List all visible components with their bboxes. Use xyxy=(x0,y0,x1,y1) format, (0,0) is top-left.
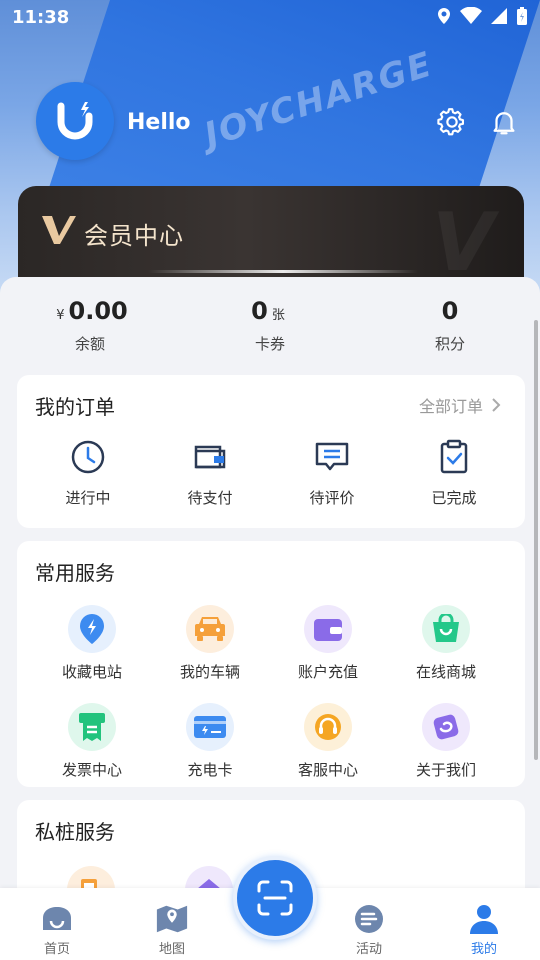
order-completed[interactable]: 已完成 xyxy=(393,439,515,508)
services-title: 常用服务 xyxy=(35,561,115,585)
currency-symbol: ¥ xyxy=(56,308,65,323)
scan-icon xyxy=(257,880,293,916)
status-time: 11:38 xyxy=(12,7,70,28)
account-stats: ¥0.00 余额 0张 卡券 0 积分 xyxy=(0,277,540,369)
headset-icon xyxy=(315,714,341,740)
settings-button[interactable] xyxy=(434,104,470,140)
balance-stat[interactable]: ¥0.00 余额 xyxy=(0,277,180,369)
coupons-label: 卡券 xyxy=(254,335,285,353)
notifications-button[interactable] xyxy=(486,104,522,140)
customer-service-button[interactable]: 客服中心 xyxy=(269,703,387,780)
account-recharge-button[interactable]: 账户充值 xyxy=(269,605,387,682)
invoice-center-button[interactable]: 发票中心 xyxy=(33,703,151,780)
comment-icon xyxy=(315,442,349,471)
avatar[interactable] xyxy=(36,82,114,160)
tab-mine[interactable]: 我的 xyxy=(454,902,514,957)
service-label: 收藏电站 xyxy=(61,663,122,681)
service-label: 发票中心 xyxy=(61,761,122,779)
location-bolt-icon xyxy=(80,614,104,644)
service-label: 客服中心 xyxy=(297,761,358,779)
order-status-label: 已完成 xyxy=(431,489,477,507)
battery-icon xyxy=(517,7,527,25)
orders-title: 我的订单 xyxy=(35,395,115,419)
balance-value: 0.00 xyxy=(68,297,128,325)
common-services-card: 常用服务 收藏电站 我的车辆 账户充值 在线商城 发票中心 充电卡 客服中心 关… xyxy=(17,541,525,787)
my-vehicles-button[interactable]: 我的车辆 xyxy=(151,605,269,682)
member-center-banner[interactable]: 会员中心 V xyxy=(18,186,524,286)
tab-label: 活动 xyxy=(355,942,382,957)
car-icon xyxy=(195,617,225,641)
all-orders-label: 全部订单 xyxy=(418,397,483,416)
wallet-icon xyxy=(314,619,342,641)
map-icon xyxy=(156,905,188,933)
services-grid-row-1: 收藏电站 我的车辆 账户充值 在线商城 xyxy=(33,605,540,682)
points-label: 积分 xyxy=(434,335,465,353)
shopping-bag-icon xyxy=(433,614,459,642)
bell-icon xyxy=(493,112,515,135)
scrollbar[interactable] xyxy=(534,320,538,760)
home-icon xyxy=(43,907,71,930)
greeting-text: Hello xyxy=(127,110,191,135)
scan-button[interactable] xyxy=(233,856,317,940)
order-pending-review[interactable]: 待评价 xyxy=(271,439,393,508)
tab-label: 我的 xyxy=(470,942,497,957)
tab-activity[interactable]: 活动 xyxy=(339,902,399,957)
member-watermark: V xyxy=(432,196,494,286)
member-shine xyxy=(148,270,418,273)
clipboard-check-icon xyxy=(440,439,468,474)
online-mall-button[interactable]: 在线商城 xyxy=(387,605,505,682)
private-services-title: 私桩服务 xyxy=(35,820,115,844)
signal-icon xyxy=(491,8,507,24)
orders-grid: 进行中 待支付 待评价 已完成 xyxy=(27,439,535,508)
coupons-stat[interactable]: 0张 卡券 xyxy=(180,277,360,369)
user-icon xyxy=(470,905,498,934)
favorite-stations-button[interactable]: 收藏电站 xyxy=(33,605,151,682)
charging-card-button[interactable]: 充电卡 xyxy=(151,703,269,780)
invoice-icon xyxy=(79,713,105,741)
service-label: 账户充值 xyxy=(297,663,358,681)
order-in-progress[interactable]: 进行中 xyxy=(27,439,149,508)
gear-icon xyxy=(437,108,464,136)
all-orders-link[interactable]: 全部订单 xyxy=(419,393,501,417)
services-grid-row-2: 发票中心 充电卡 客服中心 关于我们 xyxy=(33,703,540,780)
chevron-right-icon xyxy=(492,398,501,412)
about-us-button[interactable]: 关于我们 xyxy=(387,703,505,780)
points-value: 0 xyxy=(441,297,459,325)
order-status-label: 待评价 xyxy=(309,489,355,507)
activity-icon xyxy=(355,905,383,933)
tab-label: 首页 xyxy=(43,942,70,957)
tab-home[interactable]: 首页 xyxy=(27,902,87,957)
order-status-label: 待支付 xyxy=(187,489,233,507)
wifi-icon xyxy=(460,7,482,24)
brand-logo-icon xyxy=(57,102,93,140)
coupons-value: 0 xyxy=(251,297,268,325)
clock-icon xyxy=(71,440,105,474)
tab-label: 地图 xyxy=(158,942,185,957)
service-label: 在线商城 xyxy=(415,663,476,681)
service-label: 充电卡 xyxy=(187,761,233,779)
about-icon xyxy=(433,714,459,740)
order-status-label: 进行中 xyxy=(65,489,111,507)
service-label: 我的车辆 xyxy=(179,663,240,681)
tab-map[interactable]: 地图 xyxy=(142,902,202,957)
location-icon xyxy=(438,8,450,24)
vip-logo-icon xyxy=(42,216,76,244)
status-bar: 11:38 xyxy=(0,0,540,34)
coupons-unit: 张 xyxy=(271,308,285,323)
my-orders-card: 我的订单 全部订单 进行中 待支付 待评价 已完成 xyxy=(17,375,525,528)
order-pending-payment[interactable]: 待支付 xyxy=(149,439,271,508)
service-label: 关于我们 xyxy=(415,761,476,779)
points-stat[interactable]: 0 积分 xyxy=(360,277,540,369)
charge-card-icon xyxy=(194,716,226,738)
balance-label: 余额 xyxy=(74,335,105,353)
member-center-title: 会员中心 xyxy=(84,222,184,250)
wallet-icon xyxy=(194,445,226,469)
